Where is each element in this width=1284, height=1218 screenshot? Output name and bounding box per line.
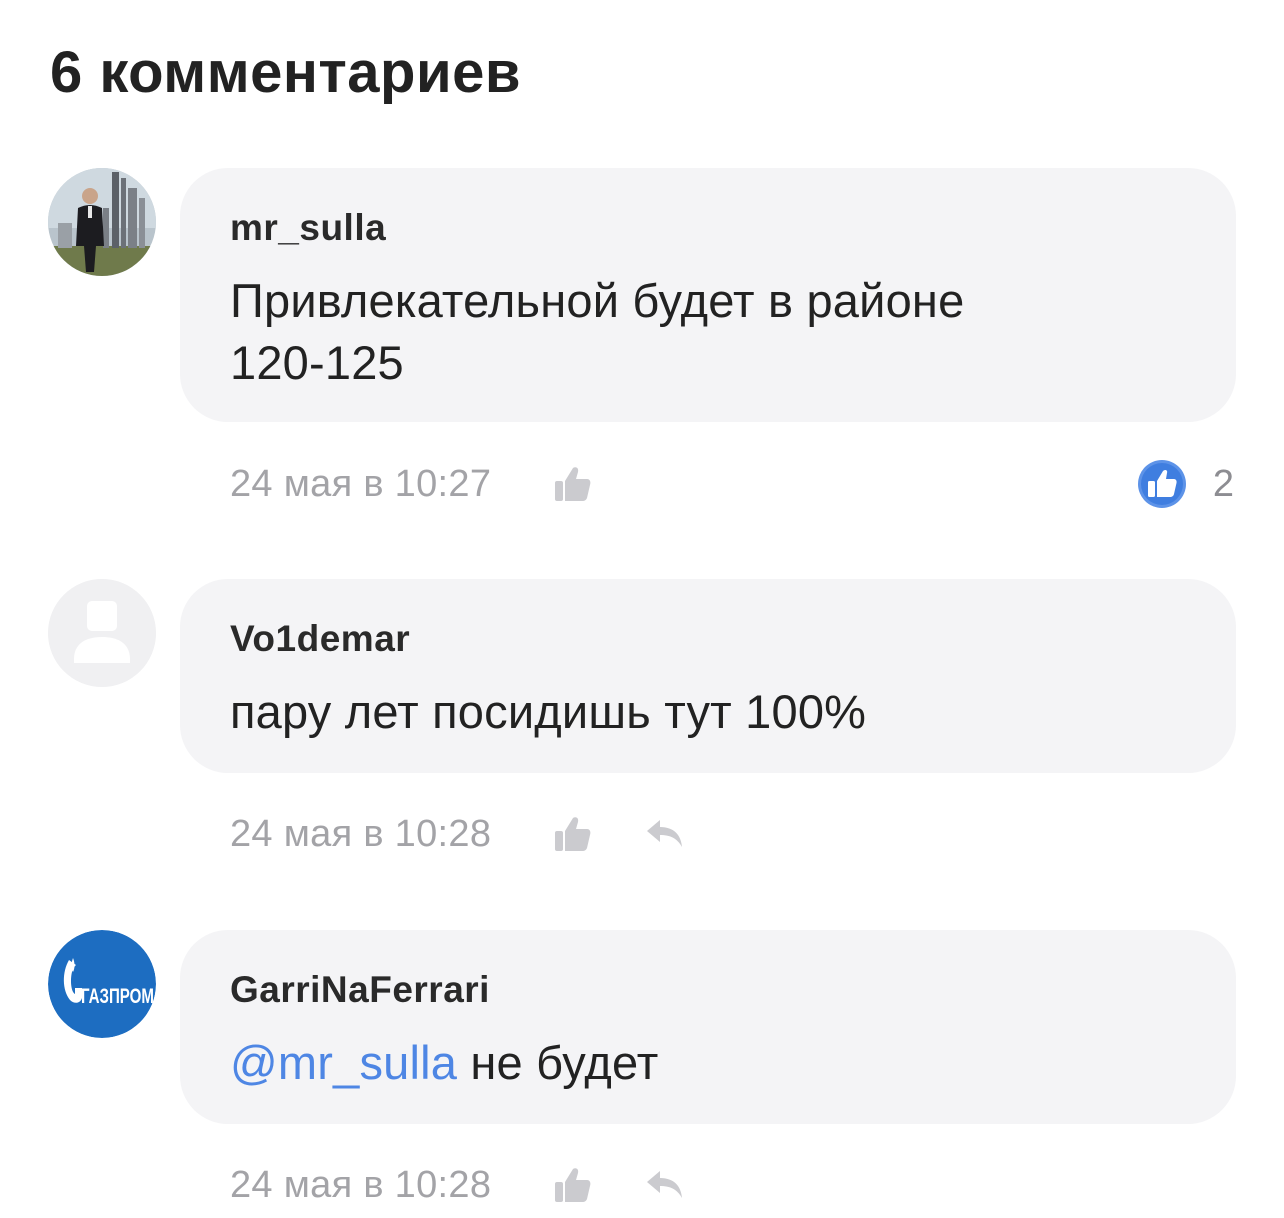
reply-arrow-icon (647, 820, 682, 847)
comment-bubble: GarriNaFerrari @mr_sulla не будет (180, 930, 1236, 1124)
gazprom-logo-avatar: ГАЗПРОМ (48, 930, 156, 1038)
liked-thumbs-up-icon (1137, 460, 1186, 508)
thumbs-up-icon (555, 817, 591, 851)
photo-avatar-icon (48, 168, 156, 276)
avatar[interactable] (48, 579, 156, 687)
comment-bubble: mr_sulla Привлекательной будет в районе … (180, 168, 1236, 422)
like-button[interactable] (552, 464, 592, 504)
gazprom-logo-text: ГАЗПРОМ (81, 985, 154, 1008)
comment-text: пару лет посидишь тут 100% (230, 685, 867, 738)
comment-text-line: Привлекательной будет в районе (230, 274, 965, 327)
user-mention-link[interactable]: @mr_sulla (230, 1036, 457, 1089)
like-button[interactable] (552, 814, 592, 854)
comment-text: Привлекательной будет в районе 120-125 (230, 270, 1188, 394)
thumbs-up-icon (555, 467, 591, 501)
likes-counter[interactable]: 2 (1137, 459, 1234, 509)
likes-count: 2 (1212, 462, 1234, 505)
comment-text-line: 120-125 (230, 336, 404, 389)
page-title: 6 комментариев (50, 40, 522, 105)
comment-text: @mr_sulla не будет (230, 1032, 1188, 1094)
comment-timestamp: 24 мая в 10:28 (230, 812, 492, 855)
comment-author[interactable]: GarriNaFerrari (230, 968, 1188, 1012)
comment-meta: 24 мая в 10:28 (230, 809, 686, 859)
avatar[interactable]: ГАЗПРОМ (48, 930, 156, 1038)
comment-author[interactable]: mr_sulla (230, 206, 1188, 250)
comment-meta: 24 мая в 10:27 (230, 459, 592, 509)
avatar[interactable] (48, 168, 156, 276)
comment-meta: 24 мая в 10:28 (230, 1160, 686, 1210)
comment-author[interactable]: Vo1demar (230, 617, 1188, 661)
default-user-avatar-icon (48, 579, 156, 687)
reply-button[interactable] (644, 1165, 686, 1205)
comment-timestamp: 24 мая в 10:28 (230, 1163, 492, 1206)
reply-button[interactable] (644, 814, 686, 854)
comment-bubble: Vo1demar пару лет посидишь тут 100% (180, 579, 1236, 773)
comment-timestamp: 24 мая в 10:27 (230, 462, 492, 505)
thumbs-up-icon (555, 1168, 591, 1202)
reply-arrow-icon (647, 1171, 682, 1198)
comment-text-body: не будет (457, 1036, 659, 1089)
like-button[interactable] (552, 1165, 592, 1205)
